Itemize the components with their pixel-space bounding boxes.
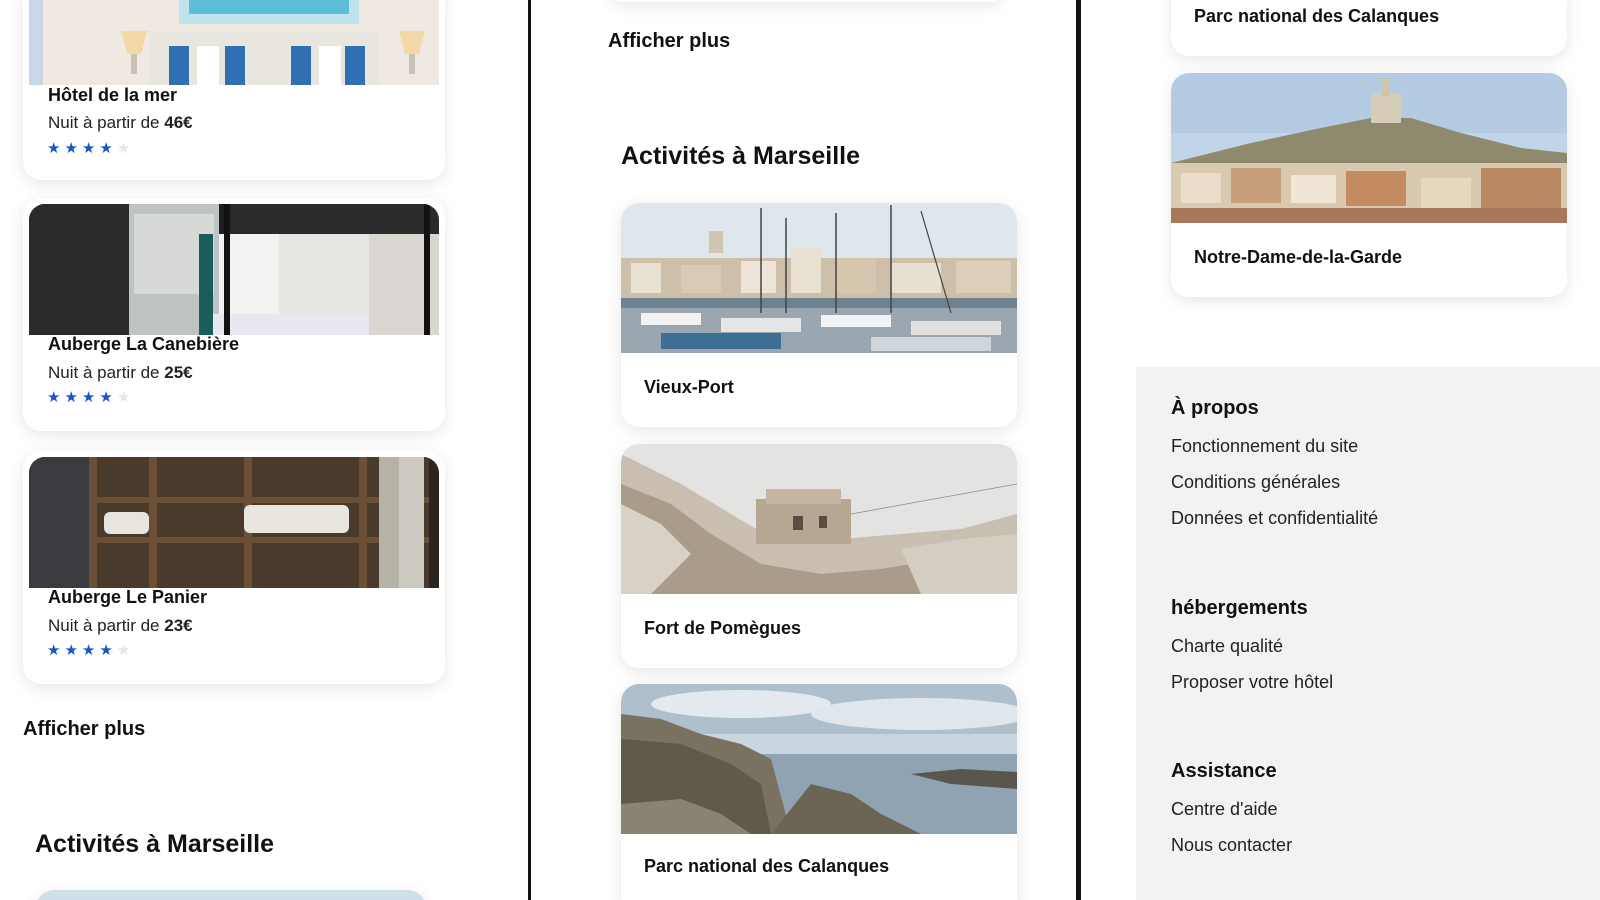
star-rating: ★★★★★ xyxy=(47,139,134,157)
star-rating: ★★★★★ xyxy=(47,641,134,659)
show-more-link[interactable]: Afficher plus xyxy=(608,30,730,53)
footer-heading-about: À propos xyxy=(1171,397,1259,419)
activity-name: Parc national des Calanques xyxy=(644,856,890,876)
activity-name: Notre-Dame-de-la-Garde xyxy=(1194,247,1403,267)
activity-image xyxy=(621,203,1017,353)
star-icon: ★ xyxy=(81,642,100,659)
activity-name: Fort de Pomègues xyxy=(644,618,802,638)
footer-heading-lodging: hébergements xyxy=(1171,597,1308,619)
activity-card[interactable]: Parc national des Calanques xyxy=(1171,0,1567,56)
hotel-name: Hôtel de la mer xyxy=(48,85,178,105)
star-icon: ★ xyxy=(81,389,100,406)
activity-card[interactable]: Vieux-Port xyxy=(621,203,1017,427)
activity-name: Vieux-Port xyxy=(644,377,734,397)
star-rating: ★★★★★ xyxy=(47,388,134,406)
footer-link[interactable]: Centre d'aide xyxy=(1171,799,1278,820)
hotel-price: Nuit à partir de 23€ xyxy=(48,616,193,636)
activity-card[interactable]: Fort de Pomègues xyxy=(621,444,1017,668)
left-panel: Hôtel de la mer Nuit à partir de 46€ ★★★… xyxy=(0,0,530,900)
footer-link[interactable]: Proposer votre hôtel xyxy=(1171,672,1333,693)
hotel-card[interactable]: Hôtel de la mer Nuit à partir de 46€ ★★★… xyxy=(23,0,445,180)
activity-image xyxy=(36,890,426,900)
hotel-image xyxy=(29,204,439,335)
activity-image xyxy=(621,684,1017,834)
section-title: Activités à Marseille xyxy=(35,830,275,858)
activity-card[interactable]: Notre-Dame-de-la-Garde xyxy=(1171,73,1567,297)
footer-link[interactable]: Données et confidentialité xyxy=(1171,508,1378,529)
hotel-card[interactable]: Auberge La Canebière Nuit à partir de 25… xyxy=(23,198,445,431)
show-more-link[interactable]: Afficher plus xyxy=(23,718,145,741)
hotel-price: Nuit à partir de 46€ xyxy=(48,113,193,133)
star-icon: ★ xyxy=(64,642,82,659)
section-title: Activités à Marseille xyxy=(621,142,861,170)
activity-image xyxy=(621,444,1017,594)
footer-link[interactable]: Charte qualité xyxy=(1171,636,1283,657)
star-icon: ★ xyxy=(47,642,65,659)
hotel-image xyxy=(29,457,439,588)
star-icon: ★ xyxy=(64,389,82,406)
star-icon: ★ xyxy=(99,389,117,406)
star-icon: ★ xyxy=(47,389,65,406)
hotel-name: Auberge Le Panier xyxy=(48,587,208,607)
card-bottom-edge xyxy=(611,0,1001,2)
right-panel: Parc national des Calanques Notre-Dame-d… xyxy=(1081,0,1600,900)
price-prefix: Nuit à partir de xyxy=(48,616,160,635)
activity-card[interactable] xyxy=(36,890,426,900)
star-icon: ★ xyxy=(116,389,135,406)
star-icon: ★ xyxy=(99,642,117,659)
activity-card[interactable]: Parc national des Calanques xyxy=(621,684,1017,900)
price-value: 25€ xyxy=(164,363,193,382)
price-prefix: Nuit à partir de xyxy=(48,363,160,382)
footer-link[interactable]: Fonctionnement du site xyxy=(1171,436,1358,457)
activity-image xyxy=(1171,73,1567,223)
activity-name: Parc national des Calanques xyxy=(1194,6,1440,26)
hotel-price: Nuit à partir de 25€ xyxy=(48,363,193,383)
footer-link[interactable]: Conditions générales xyxy=(1171,472,1340,493)
price-prefix: Nuit à partir de xyxy=(48,113,160,132)
price-value: 23€ xyxy=(164,616,193,635)
footer-link[interactable]: Nous contacter xyxy=(1171,835,1292,856)
star-icon: ★ xyxy=(99,140,117,157)
star-icon: ★ xyxy=(64,140,82,157)
price-value: 46€ xyxy=(164,113,193,132)
hotel-image xyxy=(29,0,439,85)
site-footer: À propos Fonctionnement du site Conditio… xyxy=(1136,367,1600,900)
middle-panel: Afficher plus Activités à Marseille Vieu… xyxy=(531,0,1077,900)
star-icon: ★ xyxy=(47,140,65,157)
footer-heading-support: Assistance xyxy=(1171,760,1277,782)
star-icon: ★ xyxy=(116,140,135,157)
hotel-name: Auberge La Canebière xyxy=(48,334,240,354)
hotel-card[interactable]: Auberge Le Panier Nuit à partir de 23€ ★… xyxy=(23,451,445,684)
star-icon: ★ xyxy=(81,140,100,157)
star-icon: ★ xyxy=(116,642,135,659)
